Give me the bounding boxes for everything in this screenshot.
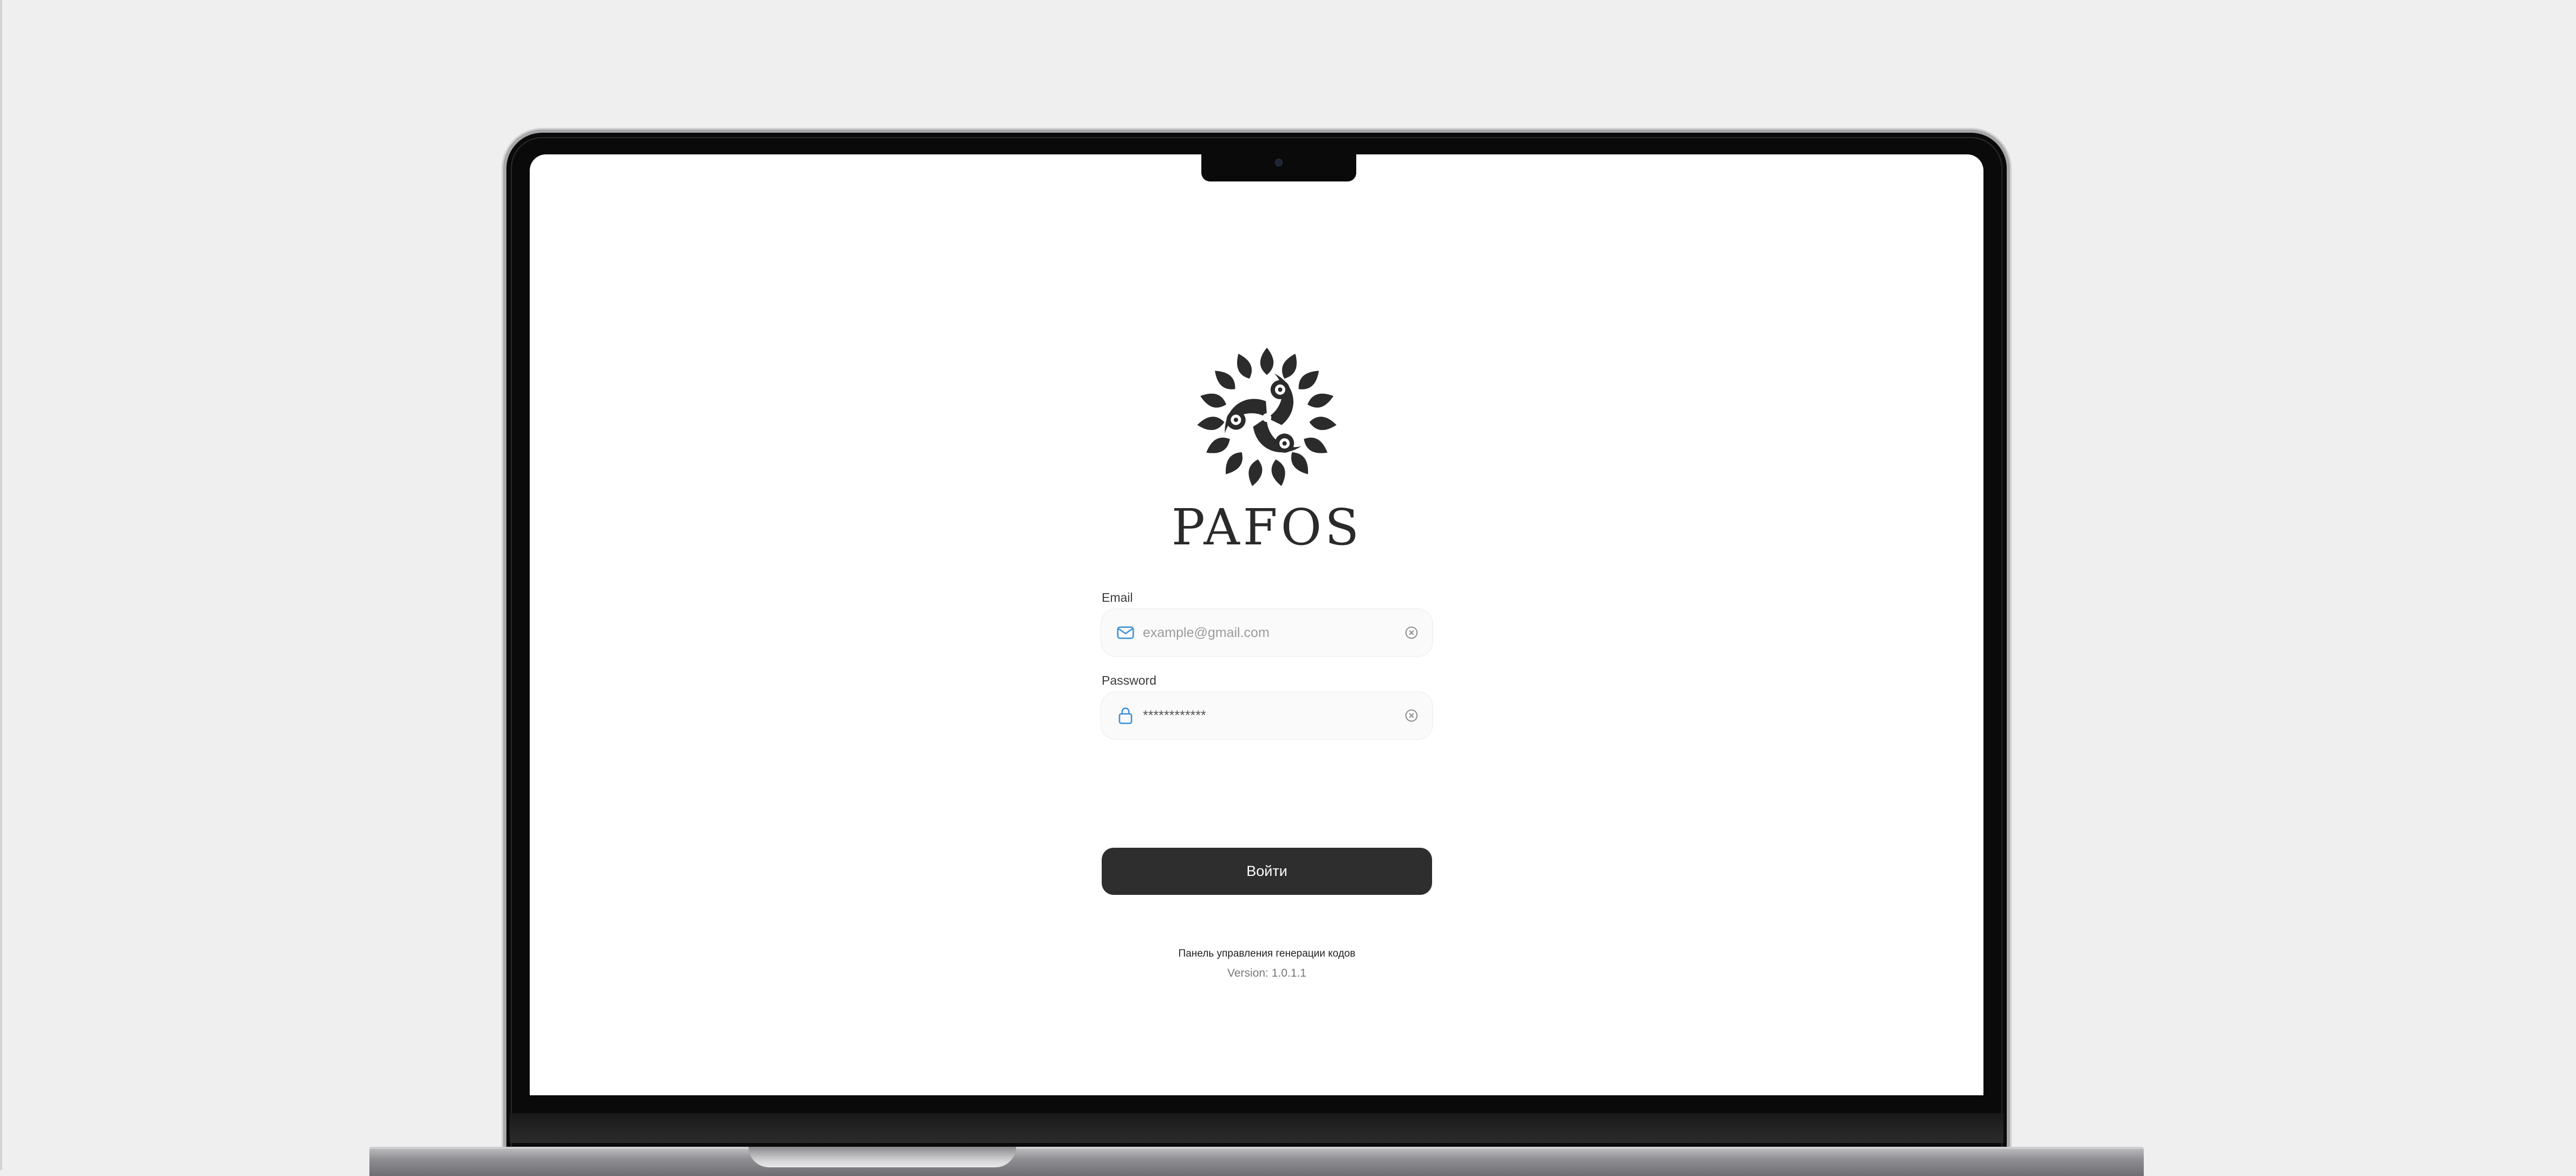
login-panel: PAFOS Email Password [1102, 154, 1432, 1095]
brand-logo-icon [1196, 347, 1337, 488]
footer-version: Version: 1.0.1.1 [1227, 967, 1306, 979]
laptop-lid: PAFOS Email Password [506, 133, 2007, 1151]
password-input[interactable] [1143, 692, 1392, 739]
email-input[interactable] [1143, 609, 1392, 656]
email-field[interactable] [1102, 609, 1432, 656]
email-label: Email [1102, 590, 1133, 605]
clear-password-icon[interactable] [1404, 709, 1419, 723]
canvas-left-edge [0, 0, 2, 1170]
laptop-screen: PAFOS Email Password [530, 154, 1983, 1095]
laptop-opening-lip [749, 1147, 1016, 1167]
brand-name: PAFOS [1171, 498, 1363, 556]
lock-icon [1118, 707, 1133, 724]
password-label: Password [1102, 673, 1156, 687]
password-field[interactable] [1102, 692, 1432, 739]
clear-email-icon[interactable] [1404, 626, 1419, 640]
bottom-bezel [510, 1113, 2003, 1143]
footer-app-title: Панель управления генерации кодов [1178, 948, 1356, 959]
envelope-icon [1117, 626, 1134, 639]
laptop-base [369, 1147, 2144, 1176]
login-button[interactable]: Войти [1102, 848, 1432, 895]
